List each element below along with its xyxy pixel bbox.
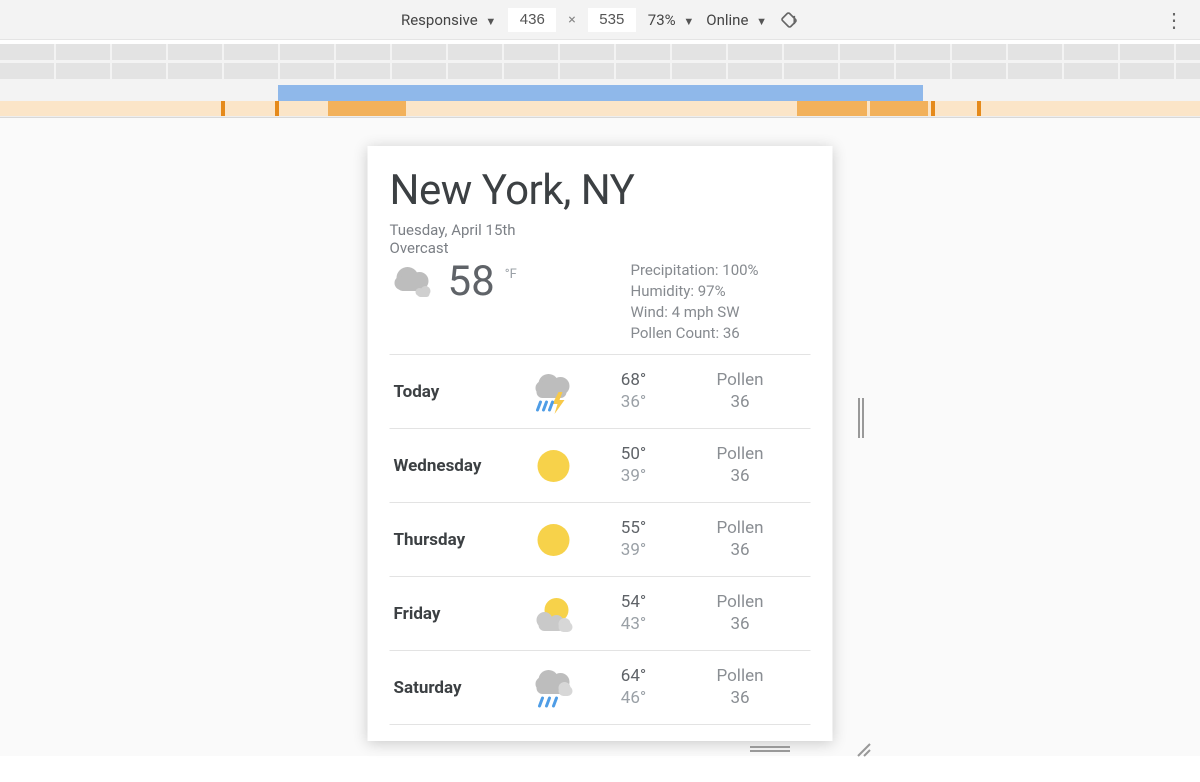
pollen-label: Pollen bbox=[674, 518, 807, 539]
temp-high: 68° bbox=[594, 370, 674, 391]
precip-label: Precipitation: bbox=[631, 261, 719, 279]
day-temps: 54°43° bbox=[594, 592, 674, 635]
ruler-area bbox=[0, 44, 1200, 118]
chevron-down-icon: ▼ bbox=[756, 15, 767, 28]
current-temp: 58 bbox=[448, 261, 495, 303]
ruler-ticks-top bbox=[0, 44, 1200, 60]
forecast-row: Wednesday 50°39°Pollen36 bbox=[390, 429, 811, 503]
day-pollen: Pollen36 bbox=[674, 666, 807, 709]
media-query-bar-blue[interactable] bbox=[0, 85, 1200, 101]
pollen-count-value: 36 bbox=[723, 324, 740, 342]
day-name: Thursday bbox=[394, 530, 514, 550]
responsive-mode-label: Responsive bbox=[401, 11, 478, 29]
responsive-mode-dropdown[interactable]: Responsive ▼ bbox=[401, 11, 496, 29]
resize-handle-corner[interactable] bbox=[854, 740, 872, 758]
wind-label: Wind: bbox=[631, 303, 668, 321]
viewport-height-input[interactable] bbox=[588, 8, 636, 32]
forecast-row: Saturday 64°46°Pollen36 bbox=[390, 651, 811, 725]
pollen-value: 36 bbox=[674, 466, 807, 487]
temp-high: 54° bbox=[594, 592, 674, 613]
pollen-label: Pollen bbox=[674, 592, 807, 613]
resize-handle-horizontal[interactable] bbox=[670, 742, 870, 756]
wind-value: 4 mph SW bbox=[672, 303, 740, 321]
zoom-label: 73% bbox=[648, 11, 676, 29]
day-pollen: Pollen36 bbox=[674, 518, 807, 561]
city-name: New York, NY bbox=[390, 166, 811, 215]
pollen-count-label: Pollen Count: bbox=[631, 324, 720, 342]
day-name: Friday bbox=[394, 604, 514, 624]
sky-text: Overcast bbox=[390, 239, 811, 257]
weather-card: New York, NY Tuesday, April 15th Overcas… bbox=[368, 146, 833, 725]
forecast-row: Today 68°36°Pollen36 bbox=[390, 355, 811, 429]
network-dropdown[interactable]: Online ▼ bbox=[706, 11, 767, 29]
pollen-label: Pollen bbox=[674, 370, 807, 391]
day-pollen: Pollen36 bbox=[674, 592, 807, 635]
resize-handle-vertical[interactable] bbox=[854, 388, 868, 448]
media-query-bar-orange[interactable] bbox=[0, 101, 1200, 117]
temp-low: 43° bbox=[594, 614, 674, 635]
current-temp-unit: °F bbox=[505, 267, 517, 282]
day-temps: 68°36° bbox=[594, 370, 674, 413]
pollen-value: 36 bbox=[674, 688, 807, 709]
partly-sunny-icon bbox=[514, 594, 594, 634]
sunny-icon bbox=[514, 518, 594, 562]
pollen-value: 36 bbox=[674, 540, 807, 561]
dimension-times: × bbox=[568, 12, 575, 28]
date-text: Tuesday, April 15th bbox=[390, 221, 811, 239]
current-conditions: 58 °F Precipitation: 100% Humidity: 97% … bbox=[390, 261, 811, 354]
temp-low: 36° bbox=[594, 392, 674, 413]
humidity-value: 97% bbox=[698, 282, 726, 300]
day-temps: 50°39° bbox=[594, 444, 674, 487]
forecast-list: Today68°36°Pollen36Wednesday50°39°Pollen… bbox=[390, 354, 811, 725]
temp-low: 39° bbox=[594, 540, 674, 561]
device-toolbar: Responsive ▼ × 73% ▼ Online ▼ ⋮ bbox=[0, 0, 1200, 40]
sunny-icon bbox=[514, 444, 594, 488]
day-name: Wednesday bbox=[394, 456, 514, 476]
pollen-label: Pollen bbox=[674, 666, 807, 687]
zoom-dropdown[interactable]: 73% ▼ bbox=[648, 11, 694, 29]
ruler-ticks-bottom bbox=[0, 63, 1200, 79]
temp-high: 55° bbox=[594, 518, 674, 539]
precip-value: 100% bbox=[722, 261, 758, 279]
rotate-device-icon[interactable] bbox=[779, 10, 799, 30]
pollen-label: Pollen bbox=[674, 444, 807, 465]
day-pollen: Pollen36 bbox=[674, 444, 807, 487]
rain-icon bbox=[514, 666, 594, 710]
day-name: Today bbox=[394, 382, 514, 402]
humidity-label: Humidity: bbox=[631, 282, 695, 300]
temp-high: 64° bbox=[594, 666, 674, 687]
chevron-down-icon: ▼ bbox=[485, 15, 496, 28]
pollen-value: 36 bbox=[674, 614, 807, 635]
temp-high: 50° bbox=[594, 444, 674, 465]
forecast-row: Thursday 55°39°Pollen36 bbox=[390, 503, 811, 577]
forecast-row: Friday 54°43°Pollen36 bbox=[390, 577, 811, 651]
network-label: Online bbox=[706, 11, 748, 29]
day-temps: 64°46° bbox=[594, 666, 674, 709]
day-pollen: Pollen36 bbox=[674, 370, 807, 413]
pollen-value: 36 bbox=[674, 392, 807, 413]
temp-low: 39° bbox=[594, 466, 674, 487]
day-temps: 55°39° bbox=[594, 518, 674, 561]
day-name: Saturday bbox=[394, 678, 514, 698]
more-options-icon[interactable]: ⋮ bbox=[1164, 8, 1184, 32]
device-viewport-area: New York, NY Tuesday, April 15th Overcas… bbox=[0, 118, 1200, 756]
rendered-page: New York, NY Tuesday, April 15th Overcas… bbox=[368, 146, 833, 741]
temp-low: 46° bbox=[594, 688, 674, 709]
chevron-down-icon: ▼ bbox=[683, 15, 694, 28]
overcast-icon bbox=[390, 261, 438, 303]
storm-icon bbox=[514, 370, 594, 414]
viewport-width-input[interactable] bbox=[508, 8, 556, 32]
